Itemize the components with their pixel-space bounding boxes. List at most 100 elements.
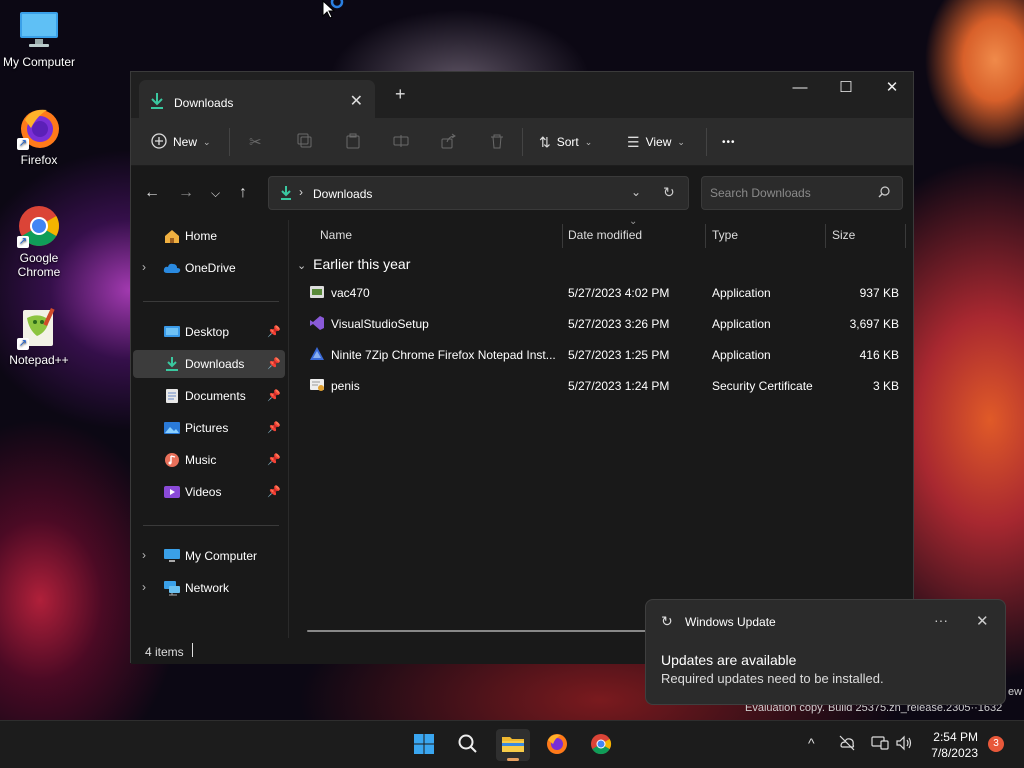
column-divider[interactable] — [905, 224, 906, 248]
network-offline-icon[interactable] — [838, 735, 856, 754]
file-date: 5/27/2023 1:25 PM — [568, 348, 670, 362]
new-tab-button[interactable]: + — [395, 84, 406, 105]
home-icon — [163, 228, 181, 244]
horizontal-scrollbar[interactable] — [307, 630, 667, 632]
nav-item-home[interactable]: Home — [133, 222, 285, 250]
column-divider[interactable] — [562, 224, 563, 248]
volume-icon[interactable] — [895, 735, 913, 754]
nav-label: My Computer — [185, 549, 258, 563]
back-button[interactable]: ← — [144, 184, 160, 202]
desktop-icon-google-chrome[interactable]: ↗ Google Chrome — [0, 204, 78, 279]
file-row[interactable]: vac470 5/27/2023 4:02 PM Application 937… — [289, 277, 915, 308]
group-header[interactable]: ⌄ Earlier this year — [297, 256, 410, 272]
delete-button[interactable] — [489, 118, 505, 166]
taskbar-firefox[interactable] — [540, 729, 574, 761]
recent-locations-button[interactable]: ⌵ — [211, 186, 220, 201]
rename-button[interactable] — [393, 118, 409, 166]
nav-item-desktop[interactable]: Desktop 📌 — [133, 318, 285, 346]
address-bar[interactable]: › Downloads ⌄ ↻ — [268, 176, 689, 210]
item-count: 4 items — [145, 645, 184, 659]
new-button[interactable]: New ⌄ — [151, 118, 211, 166]
chevron-right-icon[interactable]: › — [142, 580, 146, 594]
nav-item-documents[interactable]: Documents 📌 — [133, 382, 285, 410]
start-button[interactable] — [407, 729, 441, 761]
notification-more-button[interactable]: ··· — [934, 612, 948, 628]
copy-button[interactable] — [297, 118, 313, 166]
file-size: 3,697 KB — [849, 317, 899, 331]
column-divider[interactable] — [705, 224, 706, 248]
file-size: 3 KB — [872, 379, 899, 393]
tab-downloads[interactable]: Downloads ✕ — [139, 80, 375, 118]
notepadpp-icon: ↗ — [17, 306, 61, 350]
file-type: Application — [712, 317, 771, 331]
tab-close-button[interactable]: ✕ — [350, 91, 363, 111]
nav-label: Videos — [185, 485, 222, 499]
desktop-icon-my-computer[interactable]: My Computer — [0, 8, 78, 69]
chevron-right-icon[interactable]: › — [142, 548, 146, 562]
see-more-button[interactable]: ••• — [722, 118, 736, 166]
taskbar-file-explorer[interactable] — [496, 729, 530, 761]
column-header-size[interactable]: Size — [832, 220, 855, 250]
file-row[interactable]: VisualStudioSetup 5/27/2023 3:26 PM Appl… — [289, 308, 915, 339]
column-divider[interactable] — [825, 224, 826, 248]
scissors-icon: ✂ — [249, 134, 262, 151]
nav-label: Music — [185, 453, 217, 467]
column-header-name[interactable]: Name — [320, 220, 352, 250]
forward-button[interactable]: → — [178, 184, 194, 202]
nav-label: Desktop — [185, 325, 230, 339]
search-icon[interactable] — [878, 186, 890, 201]
nav-item-downloads[interactable]: Downloads 📌 — [133, 350, 285, 378]
column-header-date[interactable]: Date modified — [568, 220, 642, 250]
status-divider — [192, 643, 193, 657]
sort-arrows-icon: ⇅ — [539, 133, 551, 150]
search-button[interactable] — [451, 729, 485, 761]
clock[interactable]: 2:54 PM 7/8/2023 — [922, 729, 978, 761]
search-input[interactable] — [710, 186, 870, 200]
sort-button-label: Sort — [556, 135, 579, 149]
pin-icon: 📌 — [267, 390, 281, 402]
nav-item-videos[interactable]: Videos 📌 — [133, 478, 285, 506]
toolbar-divider — [706, 128, 707, 156]
file-row[interactable]: penis 5/27/2023 1:24 PM Security Certifi… — [289, 370, 915, 401]
file-row[interactable]: Ninite 7Zip Chrome Firefox Notepad Inst.… — [289, 339, 915, 370]
desktop-icon-firefox[interactable]: ↗ Firefox — [0, 106, 78, 167]
trash-icon — [489, 133, 505, 152]
search-box[interactable] — [701, 176, 903, 210]
refresh-icon[interactable]: ↻ — [663, 184, 675, 201]
paste-button[interactable] — [345, 118, 361, 166]
toolbar-divider — [229, 128, 230, 156]
minimize-button[interactable]: — — [777, 72, 823, 102]
notification-heading: Updates are available — [661, 652, 797, 668]
firefox-icon — [546, 733, 568, 758]
file-name: Ninite 7Zip Chrome Firefox Notepad Inst.… — [331, 348, 556, 362]
nav-item-music[interactable]: Music 📌 — [133, 446, 285, 474]
nav-item-my-computer[interactable]: › My Computer — [133, 542, 285, 570]
pictures-icon — [163, 420, 181, 436]
document-icon — [163, 388, 181, 404]
nav-item-pictures[interactable]: Pictures 📌 — [133, 414, 285, 442]
close-window-button[interactable]: ✕ — [869, 72, 915, 102]
taskbar-chrome[interactable] — [584, 729, 618, 761]
chevron-down-icon[interactable]: ⌄ — [631, 185, 641, 199]
download-arrow-icon — [163, 356, 181, 372]
desktop-icon-notepadpp[interactable]: ↗ Notepad++ — [0, 306, 78, 367]
share-button[interactable] — [441, 118, 457, 166]
view-button[interactable]: ☰ View ⌄ — [627, 118, 685, 166]
shortcut-arrow-icon: ↗ — [17, 338, 29, 350]
notification-close-button[interactable]: ✕ — [976, 612, 989, 630]
pin-icon: 📌 — [267, 358, 281, 370]
breadcrumb-downloads[interactable]: Downloads — [313, 187, 372, 201]
network-icon[interactable] — [871, 735, 889, 754]
nav-item-network[interactable]: › Network — [133, 574, 285, 602]
monitor-icon — [17, 8, 61, 52]
cut-button[interactable]: ✂ — [249, 118, 262, 166]
sort-button[interactable]: ⇅ Sort ⌄ — [539, 118, 592, 166]
up-button[interactable]: ↑ — [239, 184, 247, 202]
notification-toast[interactable]: ↻ Windows Update ··· ✕ Updates are avail… — [645, 599, 1006, 705]
chevron-right-icon[interactable]: › — [142, 260, 146, 274]
notification-count-badge[interactable]: 3 — [988, 736, 1004, 752]
nav-item-onedrive[interactable]: › OneDrive — [133, 254, 285, 282]
show-hidden-icons-button[interactable]: ^ — [808, 735, 815, 751]
maximize-button[interactable]: ☐ — [823, 72, 869, 102]
column-header-type[interactable]: Type — [712, 220, 738, 250]
